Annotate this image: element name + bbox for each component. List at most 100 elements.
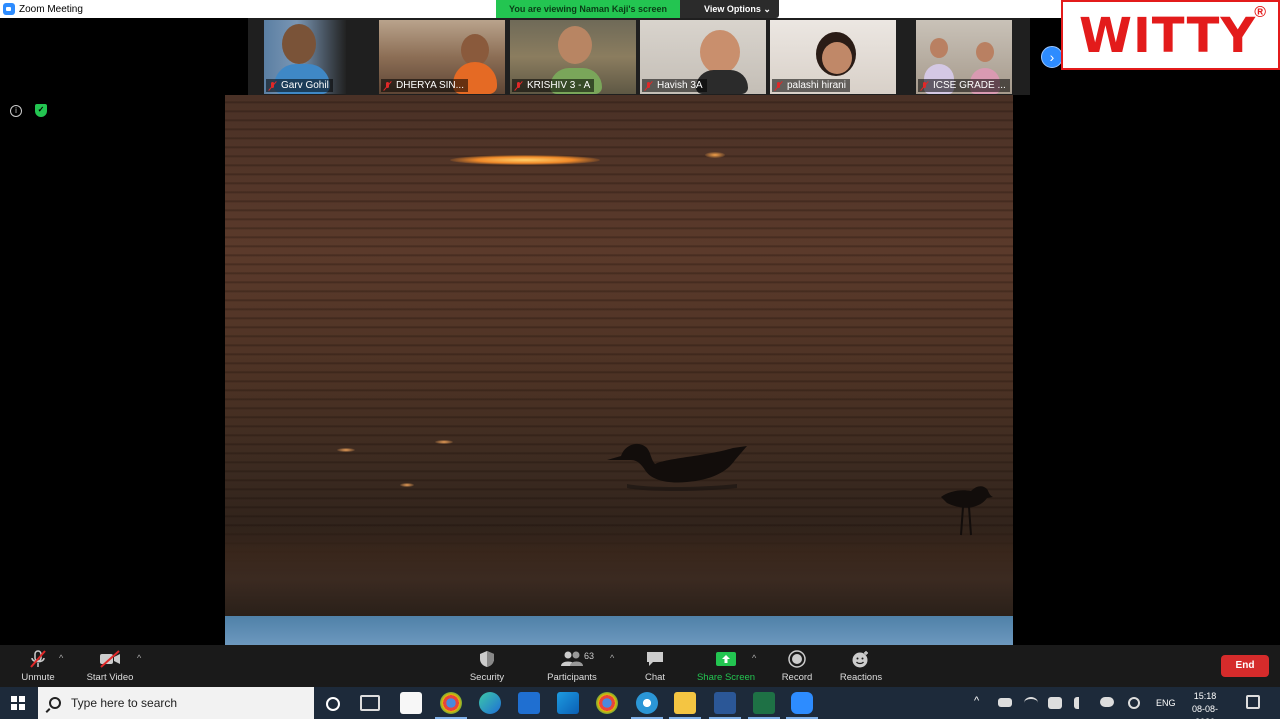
- muted-mic-icon: [27, 648, 49, 670]
- participant-name: Havish 3A: [657, 80, 703, 91]
- chat-bubble-icon: [644, 648, 666, 670]
- clock[interactable]: 15:18 08-08-2020: [1184, 690, 1226, 719]
- logo-text: WITTY: [1079, 8, 1257, 64]
- word-icon[interactable]: [709, 692, 741, 719]
- clock-time: 15:18: [1193, 691, 1217, 701]
- participant-strip: Garv Gohil DHERYA SIN... KRISHIV 3 - A H…: [248, 18, 1030, 95]
- share-options-caret-icon[interactable]: ^: [752, 653, 756, 663]
- participant-face: [822, 42, 852, 74]
- muted-mic-icon: [268, 81, 277, 91]
- participant-tile[interactable]: Garv Gohil: [264, 20, 346, 94]
- encryption-shield-icon[interactable]: ✓: [35, 104, 47, 117]
- water-glint: [337, 448, 355, 452]
- record-label: Record: [781, 672, 813, 683]
- chat-button[interactable]: Chat: [640, 648, 670, 686]
- notifications-icon[interactable]: [1246, 695, 1260, 709]
- shield-icon: [476, 648, 498, 670]
- zoom-meeting-window: Zoom Meeting You are viewing Naman Kaji'…: [0, 0, 1280, 719]
- reactions-button[interactable]: Reactions: [838, 648, 884, 686]
- onedrive-icon[interactable]: [1100, 697, 1114, 707]
- share-screen-button[interactable]: Share Screen: [696, 648, 756, 686]
- clock-date: 08-08-2020: [1191, 704, 1218, 719]
- start-video-button[interactable]: Start Video: [84, 648, 136, 686]
- muted-mic-icon: [920, 81, 929, 91]
- taskbar-search-box[interactable]: Type here to search: [38, 687, 314, 719]
- participant-avatar: [282, 24, 316, 64]
- cortana-icon[interactable]: [326, 697, 340, 711]
- participant-name-label: DHERYA SIN...: [381, 79, 468, 92]
- microsoft-store-icon[interactable]: [400, 692, 422, 714]
- windows-start-icon[interactable]: [11, 696, 25, 710]
- participant-tile[interactable]: DHERYA SIN...: [379, 20, 505, 94]
- chrome-app-icon[interactable]: [435, 692, 467, 719]
- browser-icon[interactable]: [631, 692, 663, 719]
- muted-mic-icon: [383, 81, 392, 91]
- share-banner: You are viewing Naman Kaji's screen View…: [496, 0, 779, 18]
- unmute-label: Unmute: [21, 672, 55, 683]
- people-icon: [561, 648, 583, 670]
- participant-tile[interactable]: KRISHIV 3 - A: [510, 20, 636, 94]
- security-button[interactable]: Security: [465, 648, 509, 686]
- speaker-icon[interactable]: [1074, 697, 1086, 709]
- muted-mic-icon: [644, 81, 653, 91]
- show-hidden-icons-icon[interactable]: ^: [974, 695, 979, 707]
- smiley-icon: [850, 648, 872, 670]
- chrome-icon[interactable]: [596, 692, 618, 714]
- video-options-caret-icon[interactable]: ^: [137, 653, 141, 663]
- record-button[interactable]: Record: [780, 648, 814, 686]
- participant-tile[interactable]: palashi hirani: [770, 20, 896, 94]
- participant-name: ICSE GRADE ...: [933, 80, 1006, 91]
- next-page-arrow-icon[interactable]: ›: [1041, 46, 1063, 68]
- file-explorer-icon[interactable]: [669, 692, 701, 719]
- muted-mic-icon: [774, 81, 783, 91]
- participant-tile[interactable]: ICSE GRADE ...: [916, 20, 1012, 94]
- record-icon: [786, 648, 808, 670]
- participant-name-label: KRISHIV 3 - A: [512, 79, 595, 92]
- view-options-button[interactable]: View Options ⌄: [680, 0, 779, 18]
- battery-icon[interactable]: [1048, 697, 1062, 709]
- end-meeting-button[interactable]: End: [1221, 655, 1269, 677]
- language-indicator[interactable]: ENG: [1156, 698, 1176, 708]
- edge-icon[interactable]: [479, 692, 501, 714]
- sun-reflection-small: [705, 152, 725, 158]
- view-options-label: View Options: [704, 4, 761, 14]
- reactions-label: Reactions: [839, 672, 883, 683]
- participant-name-label: Garv Gohil: [266, 79, 333, 92]
- zoom-app-icon: [3, 3, 15, 15]
- participants-options-caret-icon[interactable]: ^: [610, 653, 614, 663]
- meeting-toolbar: Unmute ^ Start Video ^ Security Particip…: [0, 645, 1280, 687]
- task-view-icon[interactable]: [360, 695, 380, 711]
- video-editor-icon[interactable]: [557, 692, 579, 714]
- search-placeholder: Type here to search: [71, 696, 178, 710]
- registered-mark: ®: [1254, 4, 1266, 21]
- participant-avatar: [976, 42, 994, 62]
- viewing-screen-label: You are viewing Naman Kaji's screen: [496, 0, 681, 18]
- screen-bottom-band: [225, 616, 1013, 645]
- mail-icon[interactable]: [518, 692, 540, 714]
- audio-options-caret-icon[interactable]: ^: [59, 653, 63, 663]
- water-glint: [400, 483, 414, 487]
- meeting-info-icon[interactable]: i: [10, 105, 22, 117]
- search-icon: [49, 697, 61, 709]
- windows-taskbar: Type here to search ^ ENG 15:18 08-08-20…: [0, 687, 1280, 719]
- participants-label: Participants: [547, 672, 597, 683]
- shore: [225, 525, 1013, 616]
- participant-name: DHERYA SIN...: [396, 80, 464, 91]
- pen-icon[interactable]: [1128, 697, 1140, 709]
- water-glint: [435, 440, 453, 444]
- chat-label: Chat: [644, 672, 666, 683]
- chevron-down-icon: ⌄: [763, 4, 771, 14]
- participant-name-label: ICSE GRADE ...: [918, 79, 1010, 92]
- share-screen-label: Share Screen: [696, 672, 756, 683]
- video-off-icon: [99, 648, 121, 670]
- wifi-icon[interactable]: [1024, 697, 1038, 709]
- participant-tile[interactable]: Havish 3A: [640, 20, 766, 94]
- participant-name: Garv Gohil: [281, 80, 329, 91]
- device-icon[interactable]: [998, 698, 1012, 707]
- zoom-taskbar-icon[interactable]: [786, 692, 818, 719]
- share-screen-icon: [715, 648, 737, 670]
- start-video-label: Start Video: [86, 672, 134, 683]
- unmute-button[interactable]: Unmute: [18, 648, 58, 686]
- excel-icon[interactable]: [748, 692, 780, 719]
- security-label: Security: [469, 672, 505, 683]
